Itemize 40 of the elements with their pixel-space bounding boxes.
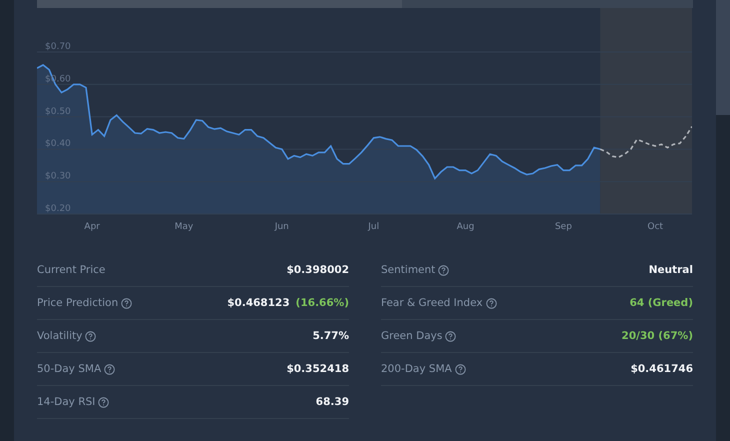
stat-label: Fear & Greed Index (381, 297, 483, 309)
stat-value: $0.461746 (630, 363, 693, 375)
stat-value: (16.66%) (296, 297, 349, 309)
stat-label: 50-Day SMA (37, 363, 102, 375)
help-icon[interactable] (454, 364, 466, 374)
stat-label: Green Days (381, 330, 442, 342)
stat-value: $0.352418 (286, 363, 349, 375)
axis-label: Apr (84, 222, 100, 232)
axis-label: $0.50 (45, 106, 71, 117)
axis-label: $0.40 (45, 139, 71, 150)
axis-label: $0.70 (45, 42, 71, 52)
axis-label: $0.30 (45, 172, 71, 182)
stat-label: Current Price (37, 264, 106, 276)
stat-value: 5.77% (312, 330, 349, 342)
stat-value: Neutral (648, 264, 693, 276)
stat-value: 20/30 (67%) (622, 330, 693, 342)
stat-label: 14-Day RSI (37, 396, 96, 408)
stat-value: $0.398002 (286, 264, 349, 276)
stat-label: Volatility (37, 330, 82, 342)
scrollbar-thumb[interactable] (716, 0, 730, 115)
stat-value: $0.468123 (227, 297, 290, 309)
help-icon[interactable] (98, 396, 110, 408)
help-icon[interactable] (85, 330, 96, 342)
stat-label: Sentiment (381, 264, 436, 276)
axis-label: Aug (456, 222, 474, 232)
stat-value: 68.39 (316, 396, 349, 408)
stat-label: Price Prediction (37, 297, 118, 309)
axis-label: Oct (648, 222, 664, 232)
help-icon[interactable] (486, 298, 497, 308)
axis-label: $0.20 (45, 204, 71, 214)
axis-label: Jun (274, 222, 289, 232)
axis-label: Sep (554, 222, 572, 232)
help-icon[interactable] (445, 330, 456, 342)
help-icon[interactable] (438, 264, 450, 276)
help-icon[interactable] (121, 298, 132, 308)
help-icon[interactable] (104, 364, 116, 374)
stat-label: 200-Day SMA (381, 363, 452, 375)
axis-label: May (174, 222, 194, 232)
stat-value: 64 (Greed) (630, 297, 693, 309)
axis-label: Jul (368, 222, 380, 232)
